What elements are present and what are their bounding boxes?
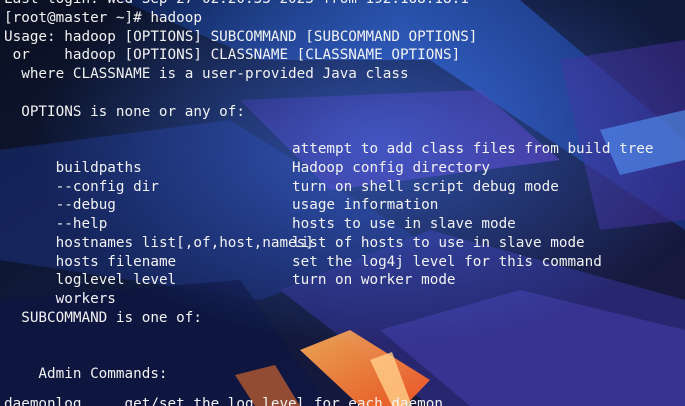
usage-line: Usage: hadoop [OPTIONS] SUBCOMMAND [SUBC… [4,28,478,45]
prompt-line: [root@master ~]# hadoop [4,9,202,26]
option-row: --help usage information [4,196,684,232]
terminal-output: Last login: Wed Sep 27 02:20:33 2023 fro… [4,0,684,403]
subcommand-heading: SUBCOMMAND is one of: [4,309,202,326]
option-row: hosts filename list of hosts to use in s… [4,234,684,270]
usage-alt-line: or hadoop [OPTIONS] CLASSNAME [CLASSNAME… [4,47,461,64]
option-description: turn on shell script debug mode [292,178,559,195]
options-heading: OPTIONS is none or any of: [4,103,246,120]
option-row: workers turn on worker mode [4,271,684,307]
last-login-line: Last login: Wed Sep 27 02:20:33 2023 fro… [4,0,684,9]
option-description: set the log4j level for this command [292,253,602,270]
admin-commands-heading: Admin Commands: [4,366,168,382]
option-description: hosts to use in slave mode [292,216,516,232]
terminal-window[interactable]: Last login: Wed Sep 27 02:20:33 2023 fro… [0,0,685,406]
classname-note-line: where CLASSNAME is a user-provided Java … [4,66,409,82]
option-description: usage information [292,197,439,214]
option-row: buildpaths attempt to add class files fr… [4,140,684,176]
partial-output-line: daemonlog get/set the log level for each… [4,396,443,406]
option-row: hostnames list[,of,host,names] hosts to … [4,215,684,251]
option-description: attempt to add class files from build tr… [292,141,654,157]
option-row: --config dir Hadoop config directory [4,159,684,195]
option-description: turn on worker mode [292,272,456,289]
option-description: list of hosts to use in slave mode [292,234,585,251]
option-description: Hadoop config directory [292,159,490,176]
option-row: loglevel level set the log4j level for t… [4,253,684,289]
option-row: --debug turn on shell script debug mode [4,178,684,214]
